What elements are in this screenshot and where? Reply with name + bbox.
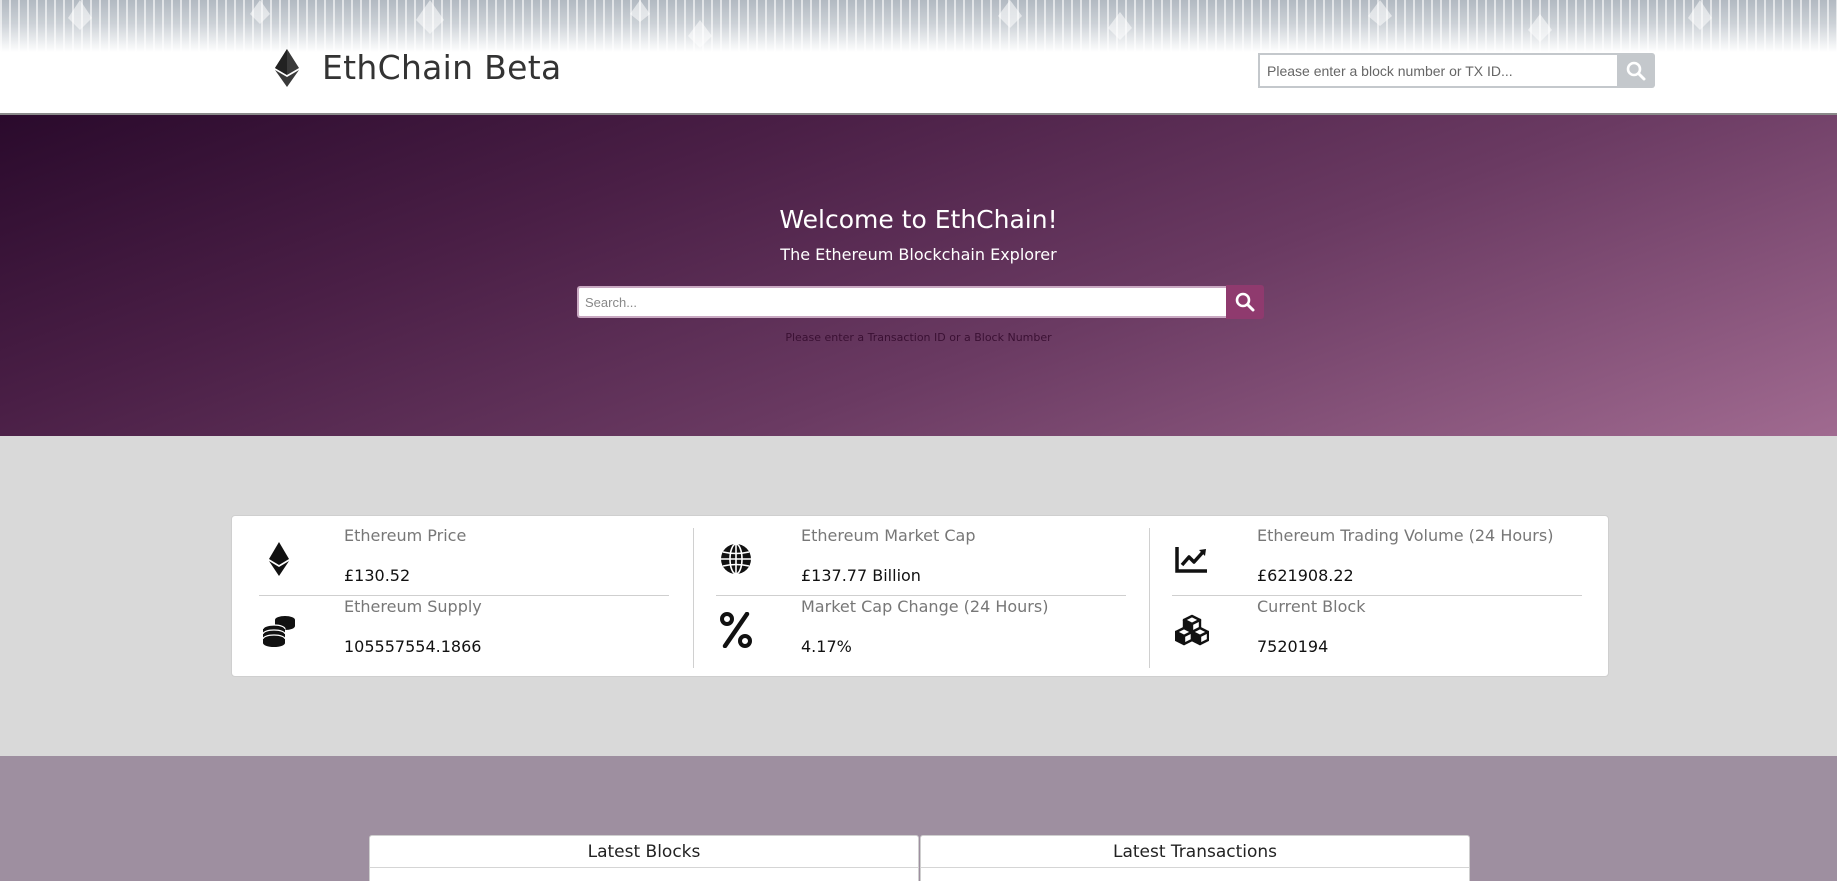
hero-search-input[interactable] bbox=[577, 286, 1226, 318]
brand-title: EthChain Beta bbox=[322, 48, 562, 87]
chart-line-icon bbox=[1172, 536, 1212, 581]
hero-title: Welcome to EthChain! bbox=[779, 205, 1058, 234]
stats-column: Ethereum Trading Volume (24 Hours) £6219… bbox=[1172, 526, 1582, 668]
globe-icon bbox=[716, 536, 756, 581]
brand[interactable]: EthChain Beta bbox=[272, 48, 561, 87]
stat-value: £130.52 bbox=[344, 566, 411, 585]
stat-value: 7520194 bbox=[1257, 637, 1329, 656]
search-icon bbox=[1626, 61, 1646, 80]
stats-column: Ethereum Price £130.52 Ethereum Supply 1… bbox=[259, 526, 669, 668]
stats-column: Ethereum Market Cap £137.77 Billion Mark… bbox=[716, 526, 1126, 668]
latest-transactions-panel: Latest Transactions bbox=[920, 835, 1470, 881]
ethereum-logo-icon bbox=[275, 48, 299, 87]
header-search-button[interactable] bbox=[1617, 53, 1655, 88]
hero-subtitle: The Ethereum Blockchain Explorer bbox=[780, 245, 1057, 264]
hero-search-button[interactable] bbox=[1226, 285, 1264, 319]
stat-current-block: Current Block 7520194 bbox=[1172, 597, 1582, 667]
column-divider bbox=[1149, 528, 1150, 668]
header-search-input[interactable] bbox=[1258, 53, 1617, 88]
latest-transactions-title: Latest Transactions bbox=[921, 836, 1469, 868]
coins-icon bbox=[259, 607, 299, 652]
header-ethereum-pattern bbox=[68, 0, 1712, 48]
stat-label: Ethereum Trading Volume (24 Hours) bbox=[1257, 526, 1554, 545]
stat-label: Ethereum Market Cap bbox=[801, 526, 976, 545]
header-search bbox=[1258, 53, 1655, 88]
stat-label: Ethereum Supply bbox=[344, 597, 482, 616]
stat-ethereum-price: Ethereum Price £130.52 bbox=[259, 526, 669, 596]
hero-search-hint: Please enter a Transaction ID or a Block… bbox=[785, 331, 1052, 344]
stat-label: Ethereum Price bbox=[344, 526, 467, 545]
latest-blocks-panel: Latest Blocks bbox=[369, 835, 919, 881]
hero-search bbox=[577, 285, 1264, 319]
column-divider bbox=[693, 528, 694, 668]
percent-icon bbox=[716, 607, 756, 652]
hero-section: Welcome to EthChain! The Ethereum Blockc… bbox=[0, 115, 1837, 436]
cubes-icon bbox=[1172, 607, 1212, 652]
stat-trading-volume: Ethereum Trading Volume (24 Hours) £6219… bbox=[1172, 526, 1582, 596]
stat-ethereum-supply: Ethereum Supply 105557554.1866 bbox=[259, 597, 669, 667]
stat-label: Current Block bbox=[1257, 597, 1366, 616]
stat-value: 105557554.1866 bbox=[344, 637, 482, 656]
stat-value: £621908.22 bbox=[1257, 566, 1354, 585]
latest-section: Latest Blocks Latest Transactions bbox=[0, 756, 1837, 881]
search-icon bbox=[1235, 292, 1255, 312]
stat-market-cap: Ethereum Market Cap £137.77 Billion bbox=[716, 526, 1126, 596]
stat-market-cap-change: Market Cap Change (24 Hours) 4.17% bbox=[716, 597, 1126, 667]
stats-card: Ethereum Price £130.52 Ethereum Supply 1… bbox=[231, 515, 1609, 677]
stat-label: Market Cap Change (24 Hours) bbox=[801, 597, 1049, 616]
ethereum-icon bbox=[259, 536, 299, 581]
site-header: EthChain Beta bbox=[0, 0, 1837, 115]
stat-value: 4.17% bbox=[801, 637, 852, 656]
stat-value: £137.77 Billion bbox=[801, 566, 921, 585]
latest-blocks-title: Latest Blocks bbox=[370, 836, 918, 868]
